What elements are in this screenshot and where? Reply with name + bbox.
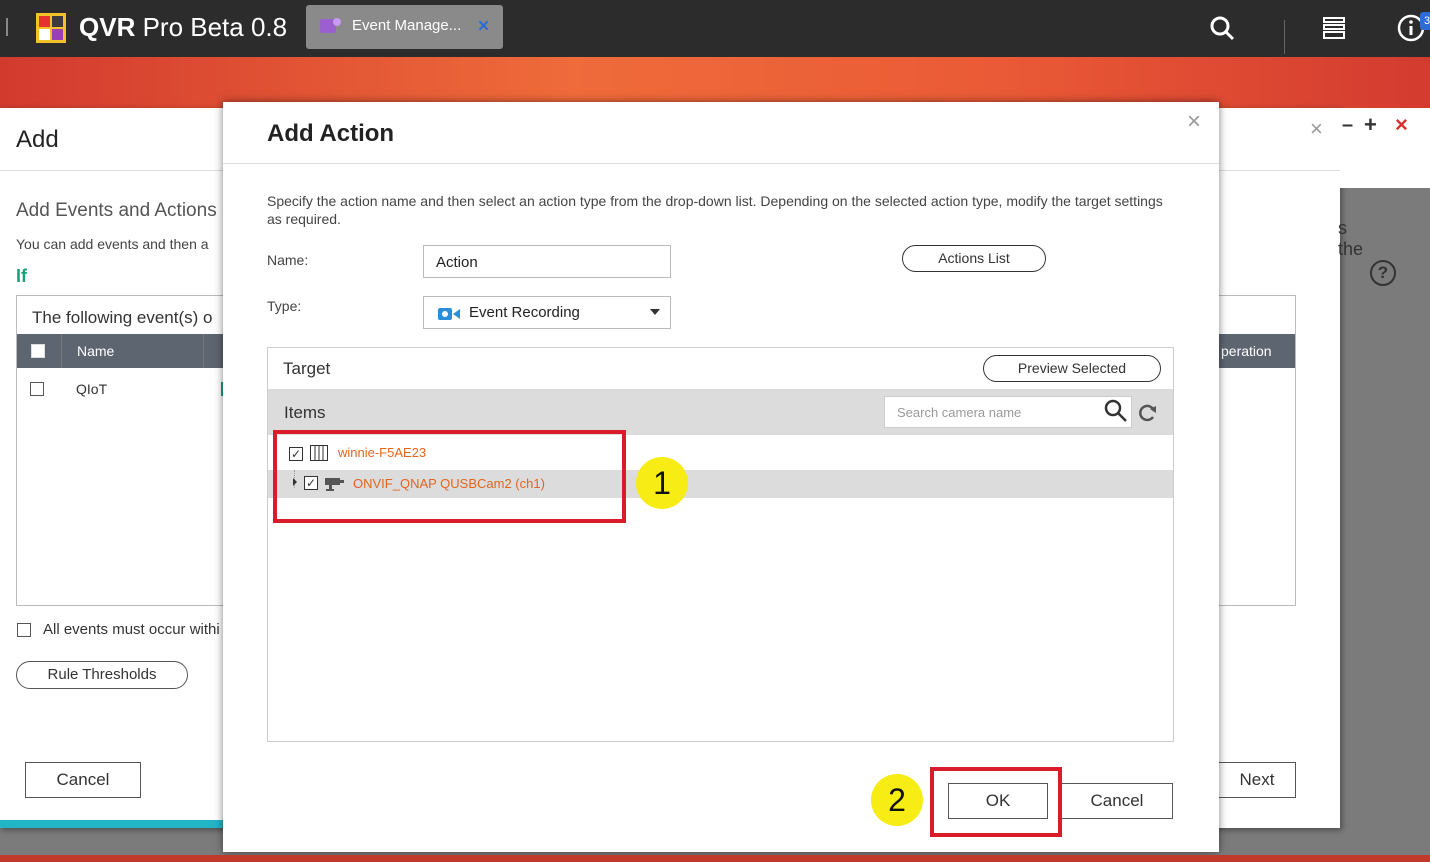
all-events-label: All events must occur withi bbox=[43, 621, 220, 638]
target-panel: Target Preview Selected Items Search cam… bbox=[267, 347, 1174, 742]
app-title: QVR Pro Beta 0.8 bbox=[79, 12, 288, 42]
close-window-icon[interactable]: × bbox=[1395, 112, 1408, 138]
toolbar-divider bbox=[1284, 20, 1285, 54]
rule-thresholds-button[interactable]: Rule Thresholds bbox=[16, 661, 188, 689]
progress-strip bbox=[0, 820, 223, 828]
section-title: Add Events and Actions bbox=[16, 200, 217, 221]
tab-event-manager[interactable]: Event Manage... × bbox=[306, 5, 503, 49]
help-icon[interactable]: ? bbox=[1370, 260, 1396, 286]
actions-list-button[interactable]: Actions List bbox=[902, 245, 1046, 272]
maximize-icon[interactable]: + bbox=[1364, 112, 1377, 138]
row-checkbox[interactable] bbox=[30, 382, 44, 396]
wizard-close-icon[interactable]: × bbox=[1310, 116, 1323, 142]
target-title: Target bbox=[283, 359, 331, 378]
app-topbar: QVR Pro Beta 0.8 Event Manage... × 3 bbox=[0, 0, 1430, 57]
minimize-icon[interactable]: – bbox=[1342, 114, 1353, 137]
event-manager-icon bbox=[320, 18, 341, 33]
table-row-name: QIoT bbox=[76, 381, 108, 397]
type-label: Type: bbox=[267, 298, 302, 314]
if-label: If bbox=[16, 266, 27, 286]
items-bar: Items Search camera name bbox=[268, 389, 1173, 435]
type-select-value: Event Recording bbox=[469, 304, 580, 321]
name-label: Name: bbox=[267, 252, 309, 268]
all-events-checkbox[interactable] bbox=[17, 623, 31, 637]
highlight-box-1 bbox=[273, 430, 626, 523]
wizard-title: Add bbox=[16, 126, 59, 153]
section-description: You can add events and then a bbox=[16, 236, 209, 252]
video-camera-icon bbox=[438, 308, 460, 320]
items-label: Items bbox=[284, 403, 326, 422]
table-caption: The following event(s) o bbox=[32, 308, 213, 327]
step-badge-2: 2 bbox=[871, 774, 923, 826]
column-divider bbox=[203, 334, 204, 368]
tab-label: Event Manage... bbox=[352, 17, 462, 34]
search-icon[interactable] bbox=[1104, 399, 1128, 423]
dialog-header: Add Action × bbox=[223, 102, 1219, 164]
refresh-icon[interactable] bbox=[1136, 402, 1158, 424]
select-all-checkbox[interactable] bbox=[31, 344, 45, 358]
column-header-operation: peration bbox=[1221, 343, 1272, 359]
column-header-name: Name bbox=[77, 343, 115, 359]
wizard-cancel-button[interactable]: Cancel bbox=[25, 762, 141, 798]
task-list-icon[interactable] bbox=[1320, 12, 1350, 44]
qvr-logo-icon bbox=[36, 13, 66, 43]
side-text: s the bbox=[1338, 218, 1364, 259]
preview-selected-button[interactable]: Preview Selected bbox=[983, 355, 1161, 382]
dialog-description: Specify the action name and then select … bbox=[267, 193, 1163, 227]
highlight-box-2 bbox=[930, 767, 1062, 837]
tab-close-icon[interactable]: × bbox=[478, 16, 489, 38]
wizard-next-button[interactable]: Next bbox=[1218, 762, 1296, 798]
dialog-close-icon[interactable]: × bbox=[1187, 108, 1201, 136]
step-badge-1: 1 bbox=[636, 457, 688, 509]
type-select[interactable]: Event Recording bbox=[423, 296, 671, 329]
notification-badge: 3 bbox=[1420, 12, 1430, 30]
column-divider bbox=[61, 334, 62, 368]
search-input[interactable]: Search camera name bbox=[884, 396, 1132, 428]
window-edge bbox=[0, 18, 8, 36]
footer-strip bbox=[0, 855, 1430, 862]
search-icon[interactable] bbox=[1208, 12, 1238, 44]
window-controls bbox=[1340, 108, 1430, 188]
search-placeholder: Search camera name bbox=[897, 405, 1022, 420]
chevron-down-icon bbox=[650, 309, 660, 315]
name-input[interactable]: Action bbox=[423, 245, 671, 278]
cancel-button[interactable]: Cancel bbox=[1061, 783, 1173, 819]
dialog-title: Add Action bbox=[267, 120, 395, 147]
